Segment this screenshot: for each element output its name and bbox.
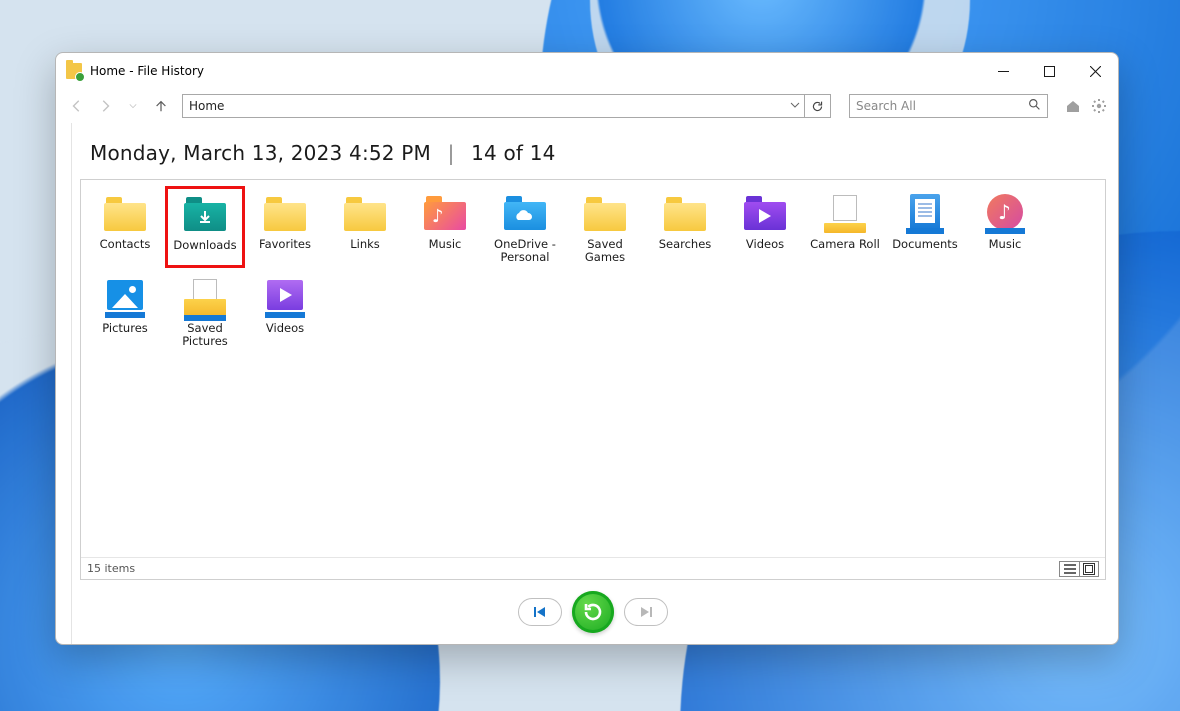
item-label: Searches [659, 238, 712, 251]
header-icons [1064, 97, 1108, 115]
icons-view-button[interactable] [1079, 561, 1099, 577]
recent-dropdown-icon[interactable] [122, 95, 144, 117]
list-view-button[interactable] [1059, 561, 1079, 577]
sp-folder-icon [181, 276, 229, 320]
file-history-window: Home - File History Ho [55, 52, 1119, 645]
gear-icon[interactable] [1090, 97, 1108, 115]
search-icon [1028, 98, 1041, 114]
items-grid: Contacts Downloads Favorites Links ♪ Music One… [81, 180, 1105, 557]
address-bar[interactable]: Home [182, 94, 805, 118]
item-label: Videos [266, 322, 304, 335]
window-title: Home - File History [90, 64, 204, 78]
vid-folder-icon [741, 192, 789, 236]
restore-button[interactable] [572, 591, 614, 633]
doc-lib-icon [901, 192, 949, 236]
address-path: Home [189, 99, 224, 113]
view-toggles [1059, 561, 1099, 577]
item-label: Downloads [173, 239, 236, 252]
dl-folder-icon [181, 193, 229, 237]
previous-version-button[interactable] [518, 598, 562, 626]
item-searches[interactable]: Searches [645, 186, 725, 268]
folder-icon [341, 192, 389, 236]
up-button[interactable] [150, 95, 172, 117]
address-dropdown-icon[interactable] [790, 99, 800, 113]
item-pictures[interactable]: Pictures [85, 270, 165, 352]
search-placeholder: Search All [856, 99, 916, 113]
refresh-button[interactable] [805, 94, 831, 118]
item-saved-games[interactable]: Saved Games [565, 186, 645, 268]
close-button[interactable] [1072, 55, 1118, 87]
item-label: Links [350, 238, 380, 251]
folder-icon [661, 192, 709, 236]
item-contacts[interactable]: Contacts [85, 186, 165, 268]
back-button[interactable] [66, 95, 88, 117]
item-camera-roll[interactable]: Camera Roll [805, 186, 885, 268]
item-saved-pictures[interactable]: Saved Pictures [165, 270, 245, 352]
item-downloads[interactable]: Downloads [165, 186, 245, 268]
item-label: Music [429, 238, 462, 251]
pic-lib-icon [101, 276, 149, 320]
item-label: Music [989, 238, 1022, 251]
item-count: 15 items [87, 562, 135, 575]
status-bar: 15 items [81, 557, 1105, 579]
item-label: Favorites [259, 238, 311, 251]
items-panel: Contacts Downloads Favorites Links ♪ Music One… [80, 179, 1106, 580]
cam-folder-icon [821, 192, 869, 236]
minimize-button[interactable] [980, 55, 1026, 87]
snapshot-header: Monday, March 13, 2023 4:52 PM | 14 of 1… [80, 123, 1106, 179]
item-favorites[interactable]: Favorites [245, 186, 325, 268]
item-videos[interactable]: Videos [245, 270, 325, 352]
search-input[interactable]: Search All [849, 94, 1048, 118]
folder-icon [581, 192, 629, 236]
next-version-button[interactable] [624, 598, 668, 626]
forward-button[interactable] [94, 95, 116, 117]
item-music[interactable]: ♪ Music [965, 186, 1045, 268]
item-videos[interactable]: Videos [725, 186, 805, 268]
folder-icon [261, 192, 309, 236]
item-label: Contacts [100, 238, 151, 251]
app-icon [66, 63, 82, 79]
item-label: Videos [746, 238, 784, 251]
item-onedrive-personal[interactable]: OneDrive - Personal [485, 186, 565, 268]
item-label: Camera Roll [810, 238, 880, 251]
item-documents[interactable]: Documents [885, 186, 965, 268]
item-label: Documents [892, 238, 958, 251]
item-label: OneDrive - Personal [487, 238, 563, 264]
music-lib-icon: ♪ [981, 192, 1029, 236]
item-label: Pictures [102, 322, 148, 335]
playback-controls [80, 580, 1106, 644]
window-controls [980, 55, 1118, 87]
item-label: Saved Games [567, 238, 643, 264]
snapshot-date: Monday, March 13, 2023 4:52 PM [90, 141, 431, 165]
titlebar: Home - File History [56, 53, 1118, 89]
sidebar-divider [68, 123, 72, 644]
folder-icon [101, 192, 149, 236]
home-icon[interactable] [1064, 97, 1082, 115]
od-folder-icon [501, 192, 549, 236]
navigation-toolbar: Home Search All [56, 89, 1118, 123]
maximize-button[interactable] [1026, 55, 1072, 87]
address-bar-wrap: Home [182, 94, 831, 118]
item-label: Saved Pictures [167, 322, 243, 348]
snapshot-position: 14 of 14 [471, 141, 556, 165]
item-music[interactable]: ♪ Music [405, 186, 485, 268]
music-folder-icon: ♪ [421, 192, 469, 236]
vid-lib-icon [261, 276, 309, 320]
item-links[interactable]: Links [325, 186, 405, 268]
